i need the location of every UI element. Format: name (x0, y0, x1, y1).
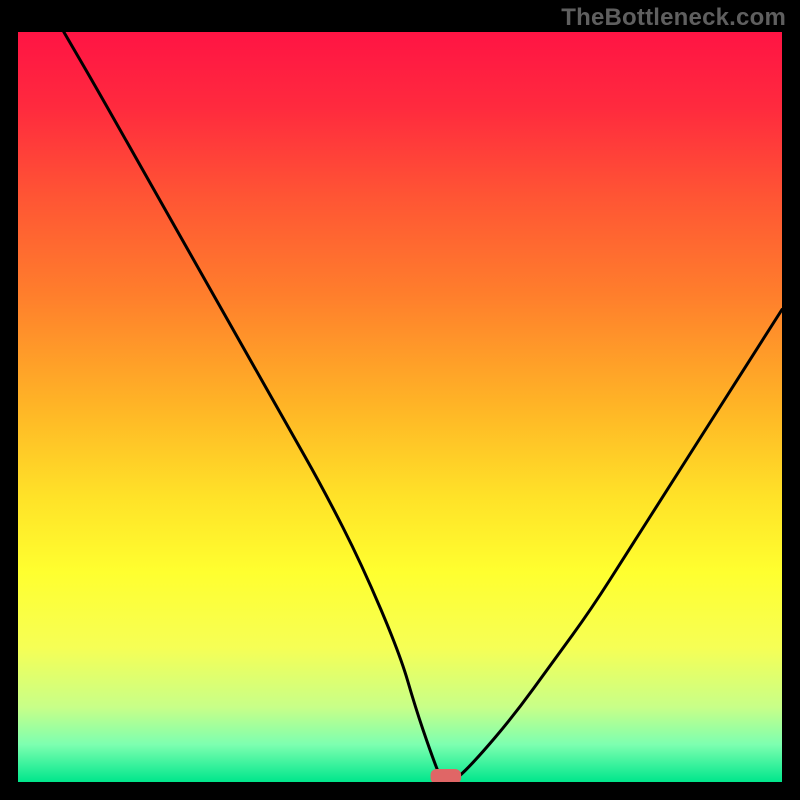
optimum-marker (431, 769, 462, 782)
gradient-background (18, 32, 782, 782)
chart-svg (18, 32, 782, 782)
watermark-text: TheBottleneck.com (561, 4, 786, 32)
chart-frame: TheBottleneck.com (0, 0, 800, 800)
plot-area (18, 32, 782, 782)
